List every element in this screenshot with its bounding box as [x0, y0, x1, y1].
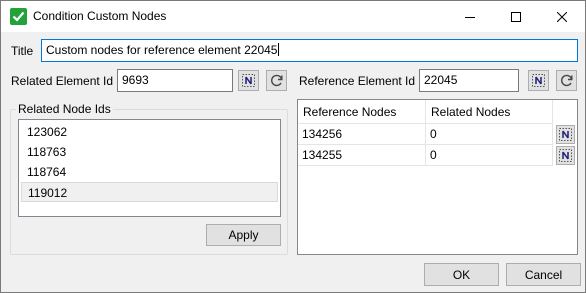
- grid-cell-reference[interactable]: 134255: [298, 145, 426, 166]
- reference-element-refresh-button[interactable]: [556, 70, 577, 91]
- grid-cell-reference[interactable]: 134256: [298, 124, 426, 145]
- row-pick-button[interactable]: [556, 125, 575, 144]
- minimize-button[interactable]: [447, 1, 493, 32]
- related-element-refresh-button[interactable]: [266, 70, 287, 91]
- close-icon: [557, 11, 567, 22]
- title-input[interactable]: Custom nodes for reference element 22045: [41, 39, 578, 62]
- list-item[interactable]: 118764: [21, 162, 278, 182]
- nodes-grid[interactable]: Reference Nodes Related Nodes 134256 0 1…: [297, 99, 578, 255]
- minimize-icon: [465, 16, 475, 18]
- window-title: Condition Custom Nodes: [33, 9, 167, 23]
- grid-cell-related[interactable]: 0: [426, 124, 553, 145]
- title-input-value: Custom nodes for reference element 22045: [46, 43, 278, 57]
- pick-element-icon: [242, 74, 255, 87]
- title-label: Title: [11, 44, 34, 58]
- checkmark-icon: [10, 8, 27, 25]
- related-element-pick-button[interactable]: [238, 70, 259, 91]
- reference-element-pick-button[interactable]: [528, 70, 549, 91]
- dialog-window: Condition Custom Nodes Title Custom node…: [0, 0, 586, 293]
- maximize-button[interactable]: [493, 1, 539, 32]
- reference-element-input[interactable]: 22045: [419, 69, 519, 92]
- pick-element-icon: [559, 149, 572, 162]
- apply-button[interactable]: Apply: [206, 224, 281, 246]
- refresh-icon: [271, 74, 283, 87]
- text-caret: [278, 43, 280, 56]
- list-item-selected[interactable]: 119012: [21, 182, 278, 202]
- list-item[interactable]: 118763: [21, 142, 278, 162]
- pick-element-icon: [532, 74, 545, 87]
- reference-element-label: Reference Element Id: [299, 74, 416, 88]
- related-node-listbox[interactable]: 123062 118763 118764 119012: [18, 119, 281, 217]
- row-pick-button[interactable]: [556, 146, 575, 165]
- related-node-ids-group-label: Related Node Ids: [16, 102, 113, 116]
- list-item[interactable]: 123062: [21, 122, 278, 142]
- title-bar[interactable]: Condition Custom Nodes: [1, 1, 585, 32]
- maximize-icon: [511, 11, 521, 22]
- refresh-icon: [561, 74, 573, 87]
- column-header-reference-nodes[interactable]: Reference Nodes: [298, 100, 426, 124]
- close-button[interactable]: [539, 1, 585, 32]
- related-element-label: Related Element Id: [11, 74, 114, 88]
- grid-cell-related[interactable]: 0: [426, 145, 553, 166]
- related-element-input[interactable]: 9693: [117, 69, 233, 92]
- column-header-related-nodes[interactable]: Related Nodes: [426, 100, 553, 124]
- cancel-button[interactable]: Cancel: [506, 263, 581, 286]
- pick-element-icon: [559, 128, 572, 141]
- ok-button[interactable]: OK: [424, 263, 499, 286]
